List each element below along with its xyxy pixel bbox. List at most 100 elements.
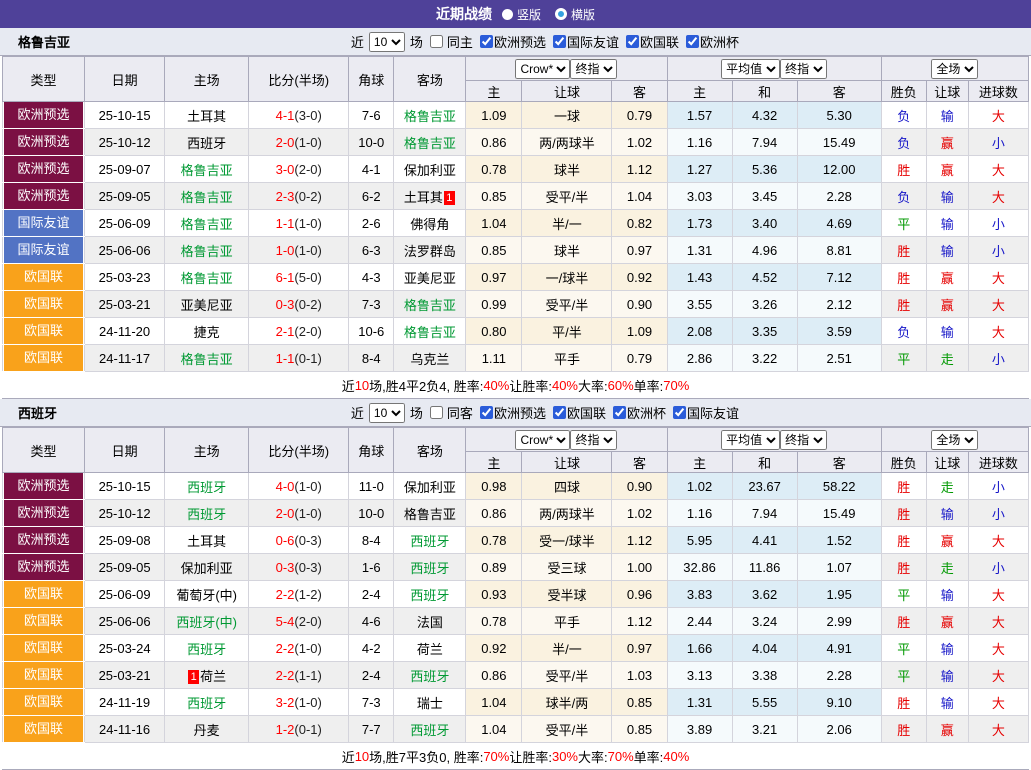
- same-venue-checkbox[interactable]: [430, 35, 443, 48]
- cell-result-goals: 大: [968, 635, 1028, 662]
- competition-checkbox[interactable]: [626, 35, 639, 48]
- radio-horizontal[interactable]: 横版: [555, 6, 595, 23]
- competition-filter[interactable]: 国际友谊: [549, 32, 619, 51]
- cell-competition-type: 欧国联: [3, 291, 85, 318]
- cell-date: 25-09-08: [85, 527, 165, 554]
- cell-date: 25-09-05: [85, 554, 165, 581]
- average-select[interactable]: 平均值: [721, 59, 780, 79]
- cell-avg-away: 1.52: [797, 527, 881, 554]
- cell-avg-away: 9.10: [797, 689, 881, 716]
- cell-odds-home: 0.85: [466, 183, 522, 210]
- cell-odds-away: 0.85: [612, 689, 667, 716]
- competition-checkbox[interactable]: [613, 406, 626, 419]
- cell-score: 6-1(5-0): [249, 264, 349, 291]
- cell-odds-away: 0.79: [612, 345, 667, 372]
- fulltime-select[interactable]: 全场: [931, 430, 978, 450]
- competition-checkbox[interactable]: [480, 35, 493, 48]
- cell-date: 25-06-09: [85, 581, 165, 608]
- cell-date: 25-10-15: [85, 102, 165, 129]
- final-index-select-2[interactable]: 终指: [780, 59, 827, 79]
- cell-avg-home: 1.16: [667, 129, 732, 156]
- competition-filter[interactable]: 欧洲预选: [476, 403, 546, 422]
- final-index-select[interactable]: 终指: [570, 430, 617, 450]
- games-label: 场: [410, 32, 423, 51]
- cell-date: 25-09-07: [85, 156, 165, 183]
- competition-checkbox[interactable]: [686, 35, 699, 48]
- match-row: 欧国联24-11-19西班牙3-2(1-0)7-3瑞士1.04球半/两0.851…: [3, 689, 1029, 716]
- cell-result-goals: 大: [968, 581, 1028, 608]
- cell-away-team: 西班牙: [394, 662, 466, 689]
- cell-odds-away: 1.09: [612, 318, 667, 345]
- card-badge: 1: [444, 191, 455, 205]
- col-date: 日期: [85, 428, 165, 473]
- cell-score: 1-2(0-1): [249, 716, 349, 743]
- competition-filter[interactable]: 欧洲杯: [609, 403, 666, 422]
- cell-avg-draw: 4.96: [732, 237, 797, 264]
- cell-date: 25-10-15: [85, 473, 165, 500]
- same-venue-checkbox[interactable]: [430, 406, 443, 419]
- competition-checkbox[interactable]: [553, 406, 566, 419]
- competition-checkbox[interactable]: [553, 35, 566, 48]
- company-select[interactable]: Crow*: [515, 430, 570, 450]
- match-row: 欧国联25-03-211荷兰2-2(1-1)2-4西班牙0.86受平/半1.03…: [3, 662, 1029, 689]
- final-index-select[interactable]: 终指: [570, 59, 617, 79]
- competition-filter[interactable]: 欧洲杯: [682, 32, 739, 51]
- radio-selected-icon: [502, 9, 513, 20]
- cell-result-goals: 大: [968, 662, 1028, 689]
- cell-result-handicap: 赢: [926, 156, 968, 183]
- cell-result-handicap: 输: [926, 581, 968, 608]
- cell-result-handicap: 输: [926, 183, 968, 210]
- cell-away-team: 格鲁吉亚: [394, 291, 466, 318]
- cell-avg-home: 1.31: [667, 689, 732, 716]
- cell-odds-home: 1.04: [466, 210, 522, 237]
- cell-result-goals: 大: [968, 156, 1028, 183]
- cell-result-wdl: 胜: [881, 291, 926, 318]
- average-select[interactable]: 平均值: [721, 430, 780, 450]
- filter-row: 格鲁吉亚近10场同主欧洲预选国际友谊欧国联欧洲杯: [0, 28, 1031, 56]
- dropdown-cell: Crow*终指: [466, 57, 667, 81]
- cell-odds-line: 球半: [522, 237, 612, 264]
- cell-date: 24-11-19: [85, 689, 165, 716]
- competition-checkbox[interactable]: [480, 406, 493, 419]
- cell-result-wdl: 胜: [881, 473, 926, 500]
- competition-filter[interactable]: 欧洲预选: [476, 32, 546, 51]
- match-row: 欧国联25-06-06西班牙(中)5-4(2-0)4-6法国0.78平手1.12…: [3, 608, 1029, 635]
- cell-odds-line: 四球: [522, 473, 612, 500]
- cell-home-team: 西班牙: [165, 689, 249, 716]
- cell-score: 1-1(1-0): [249, 210, 349, 237]
- cell-avg-draw: 7.94: [732, 500, 797, 527]
- cell-result-wdl: 胜: [881, 608, 926, 635]
- cell-result-wdl: 胜: [881, 156, 926, 183]
- near-count-select[interactable]: 10: [369, 403, 405, 423]
- radio-vertical[interactable]: 竖版: [502, 6, 541, 23]
- col-away: 客场: [394, 428, 466, 473]
- cell-competition-type: 国际友谊: [3, 210, 85, 237]
- cell-odds-away: 1.02: [612, 129, 667, 156]
- competition-filter[interactable]: 欧国联: [622, 32, 679, 51]
- cell-avg-home: 1.73: [667, 210, 732, 237]
- cell-corner: 4-2: [349, 635, 394, 662]
- cell-result-wdl: 胜: [881, 264, 926, 291]
- cell-odds-home: 0.89: [466, 554, 522, 581]
- competition-filter[interactable]: 欧国联: [549, 403, 606, 422]
- fulltime-select[interactable]: 全场: [931, 59, 978, 79]
- cell-avg-home: 1.02: [667, 473, 732, 500]
- col-avg-away: 客: [797, 81, 881, 102]
- cell-avg-home: 1.43: [667, 264, 732, 291]
- company-select[interactable]: Crow*: [515, 59, 570, 79]
- competition-checkbox[interactable]: [673, 406, 686, 419]
- cell-result-handicap: 赢: [926, 527, 968, 554]
- col-avg-draw: 和: [732, 81, 797, 102]
- cell-avg-home: 1.16: [667, 500, 732, 527]
- near-count-select[interactable]: 10: [369, 32, 405, 52]
- cell-away-team: 保加利亚: [394, 473, 466, 500]
- col-score: 比分(半场): [249, 428, 349, 473]
- col-home: 主场: [165, 57, 249, 102]
- col-result-wdl: 胜负: [881, 81, 926, 102]
- cell-score: 2-0(1-0): [249, 129, 349, 156]
- final-index-select-2[interactable]: 终指: [780, 430, 827, 450]
- competition-filter[interactable]: 国际友谊: [669, 403, 739, 422]
- col-result-handicap: 让球: [926, 452, 968, 473]
- near-label: 近: [351, 32, 364, 51]
- cell-result-goals: 大: [968, 318, 1028, 345]
